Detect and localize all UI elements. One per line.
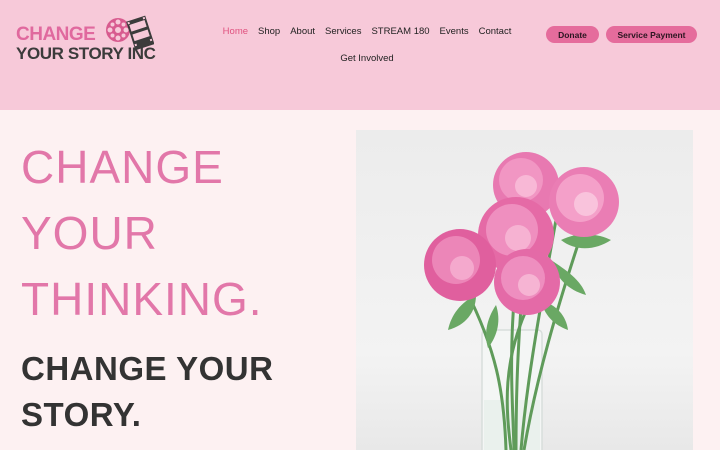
hero-image <box>356 130 693 450</box>
nav-row-primary: Home Shop About Services STREAM 180 Even… <box>222 24 512 39</box>
site-logo[interactable]: CHANGE YOUR STORY INC <box>16 14 156 66</box>
hero-subheadline: CHANGE YOUR STORY. <box>21 350 274 433</box>
hero-line-2: YOUR <box>21 207 158 259</box>
nav-row-secondary: Get Involved <box>222 51 512 66</box>
nav-item-get-involved[interactable]: Get Involved <box>335 51 398 66</box>
nav-item-events[interactable]: Events <box>435 24 474 39</box>
service-payment-button[interactable]: Service Payment <box>606 26 697 43</box>
logo-text-change: CHANGE <box>16 24 96 45</box>
film-reel-icon <box>106 15 154 50</box>
donate-button[interactable]: Donate <box>546 26 599 43</box>
main-nav: Home Shop About Services STREAM 180 Even… <box>222 24 512 66</box>
hero-line-3: THINKING. <box>21 273 263 325</box>
hero-headline: CHANGE YOUR THINKING. <box>21 134 263 332</box>
hero-line-1: CHANGE <box>21 141 224 193</box>
pink-peonies-icon <box>424 152 619 450</box>
nav-item-contact[interactable]: Contact <box>474 24 517 39</box>
nav-item-services[interactable]: Services <box>320 24 366 39</box>
nav-item-home[interactable]: Home <box>218 24 253 39</box>
nav-item-shop[interactable]: Shop <box>253 24 285 39</box>
site-header: CHANGE YOUR STORY INC Home Shop About Se… <box>0 0 720 110</box>
nav-item-stream-180[interactable]: STREAM 180 <box>366 24 434 39</box>
nav-item-about[interactable]: About <box>285 24 320 39</box>
